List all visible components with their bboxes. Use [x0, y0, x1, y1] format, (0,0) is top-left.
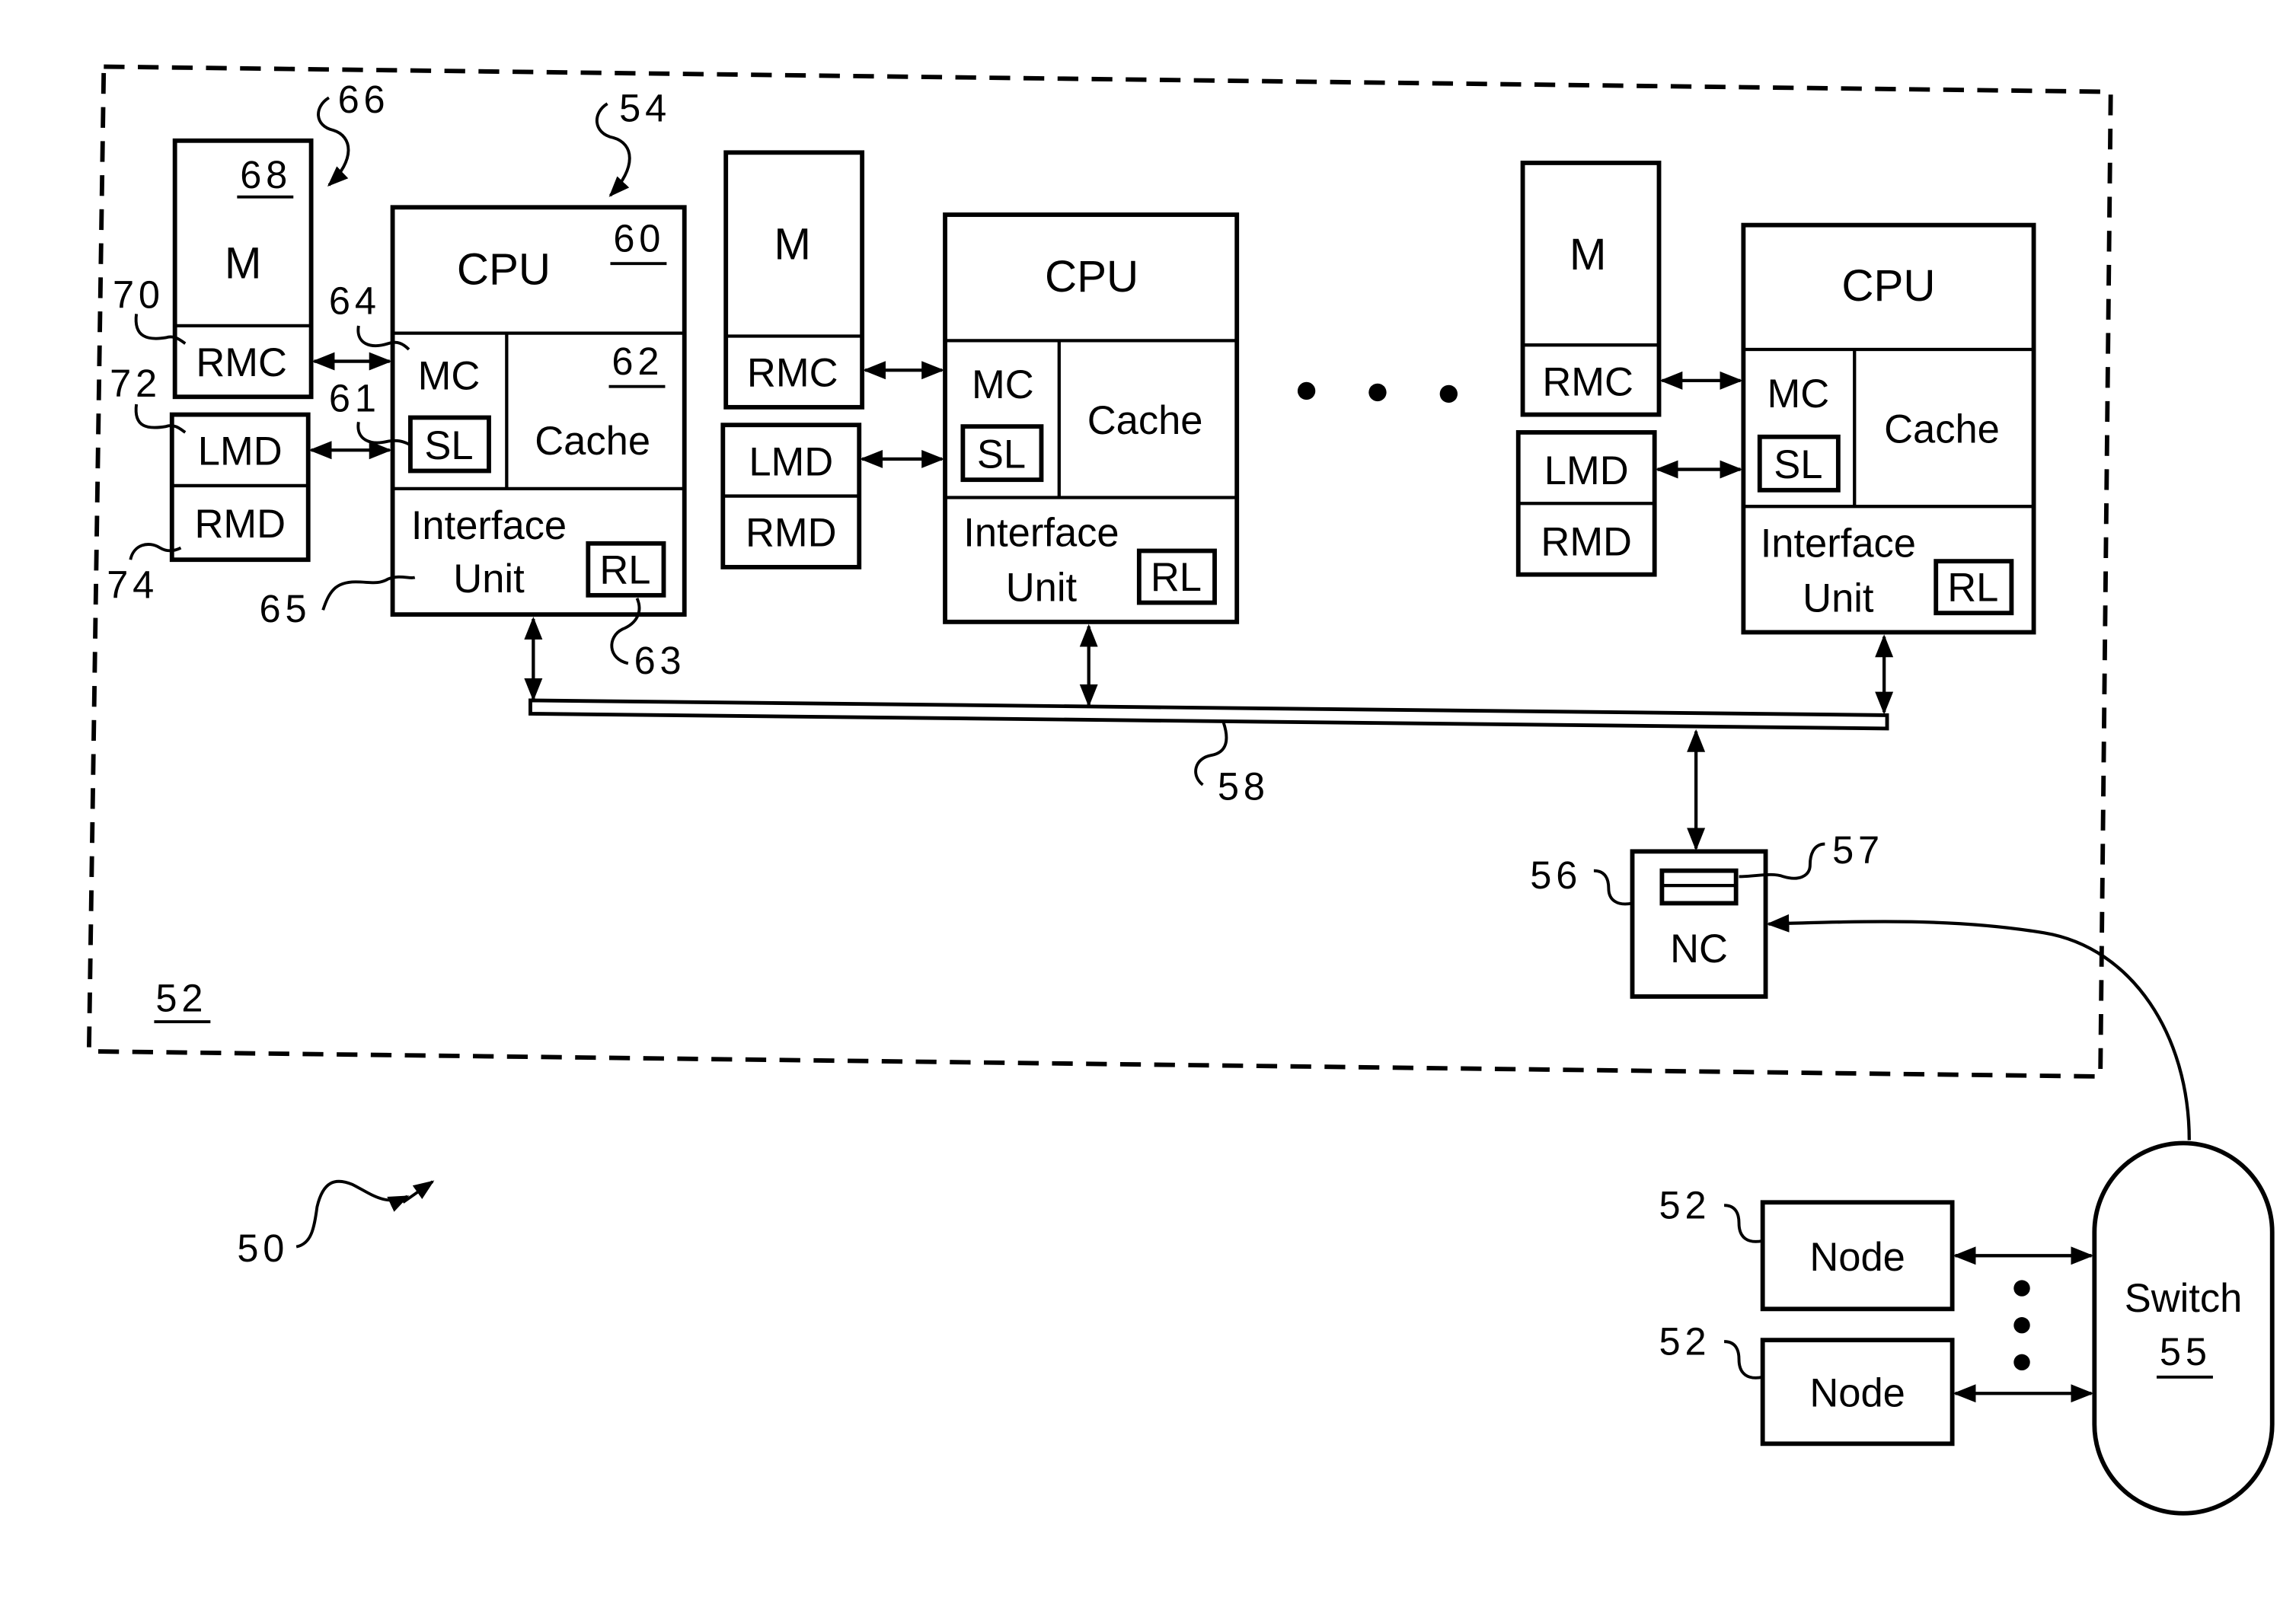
memory-ref: 68 [240, 153, 292, 196]
ellipsis-dot [1368, 383, 1387, 402]
ellipsis-dot [2013, 1280, 2030, 1297]
system-bus [528, 698, 1889, 731]
lmd-label: LMD [1544, 448, 1629, 493]
ref-58: 58 [1218, 764, 1269, 808]
memory-label: M [774, 219, 811, 269]
sl-label: SL [424, 423, 473, 468]
rl-label: RL [599, 547, 650, 592]
ref-54: 54 [619, 86, 671, 129]
switch-ref: 55 [2160, 1330, 2211, 1373]
cpu-label: CPU [457, 244, 551, 294]
interface-label-2: Unit [1006, 566, 1078, 611]
interface-label-1: Interface [1761, 521, 1916, 566]
mc-label: MC [1768, 372, 1830, 416]
rl-label: RL [1151, 555, 1202, 600]
cpu-label: CPU [1045, 252, 1138, 301]
switch-shape [2092, 1140, 2275, 1516]
interface-label-1: Interface [411, 503, 567, 548]
external-node-label: Node [1809, 1235, 1905, 1280]
ref-74: 74 [107, 563, 158, 607]
external-node-label: Node [1809, 1371, 1905, 1416]
ref-64: 64 [329, 279, 381, 322]
ref-63: 63 [634, 639, 686, 682]
mc-label: MC [418, 354, 481, 399]
rl-label: RL [1947, 566, 1998, 611]
node-ref-label: 52 [155, 976, 207, 1019]
ref-65: 65 [260, 587, 311, 630]
ref-66: 66 [338, 78, 390, 121]
nc-switch-link [1766, 914, 2191, 1140]
sl-label: SL [1774, 442, 1822, 487]
ellipsis-dot [1297, 381, 1316, 400]
cpu-label: CPU [1841, 261, 1935, 311]
ellipsis-dot [2013, 1317, 2030, 1334]
memory-label: M [1570, 230, 1607, 279]
cache-label: Cache [535, 419, 650, 464]
cpu-ref: 60 [613, 217, 665, 260]
rmd-label: RMD [1541, 519, 1632, 564]
rmc-label: RMC [747, 351, 838, 396]
switch-label: Switch [2125, 1276, 2243, 1321]
ellipsis-dot [1439, 384, 1458, 404]
ref-72: 72 [110, 362, 161, 405]
multiprocessor-system-diagram: 52 M 68 RMC LMD RMD CPU 60 MC SL Cache 6… [86, 64, 2275, 1516]
cache-label: Cache [1087, 398, 1203, 443]
external-node-ref: 52 [1659, 1184, 1711, 1227]
processor-group-1: M 68 RMC LMD RMD CPU 60 MC SL Cache 62 I… [169, 138, 687, 702]
lmd-label: LMD [198, 429, 283, 474]
rmd-label: RMD [746, 511, 837, 556]
interface-label-1: Interface [963, 511, 1119, 556]
ref-56: 56 [1530, 853, 1582, 897]
external-node-ref: 52 [1659, 1320, 1711, 1364]
nc-label: NC [1670, 927, 1728, 971]
rmd-label: RMD [194, 502, 286, 547]
cache-ref: 62 [612, 340, 663, 383]
ellipsis-dot [2013, 1354, 2030, 1371]
interface-label-2: Unit [453, 557, 525, 601]
ref-61: 61 [329, 377, 381, 420]
rmc-label: RMC [196, 340, 287, 385]
lmd-label: LMD [749, 439, 833, 484]
ref-70: 70 [113, 273, 164, 317]
ref-57: 57 [1832, 828, 1884, 872]
sl-label: SL [977, 432, 1026, 477]
memory-label: M [225, 239, 262, 289]
mc-label: MC [972, 362, 1034, 407]
processor-group-3: M RMC LMD RMD CPU MC SL Cache Interface … [1515, 161, 2036, 715]
system-ref-label: 50 [237, 1226, 289, 1270]
interface-label-2: Unit [1803, 576, 1874, 620]
rmc-label: RMC [1542, 359, 1633, 404]
processor-group-2: M RMC LMD RMD CPU MC SL Cache Interface … [720, 150, 1240, 707]
cache-label: Cache [1884, 407, 2000, 452]
